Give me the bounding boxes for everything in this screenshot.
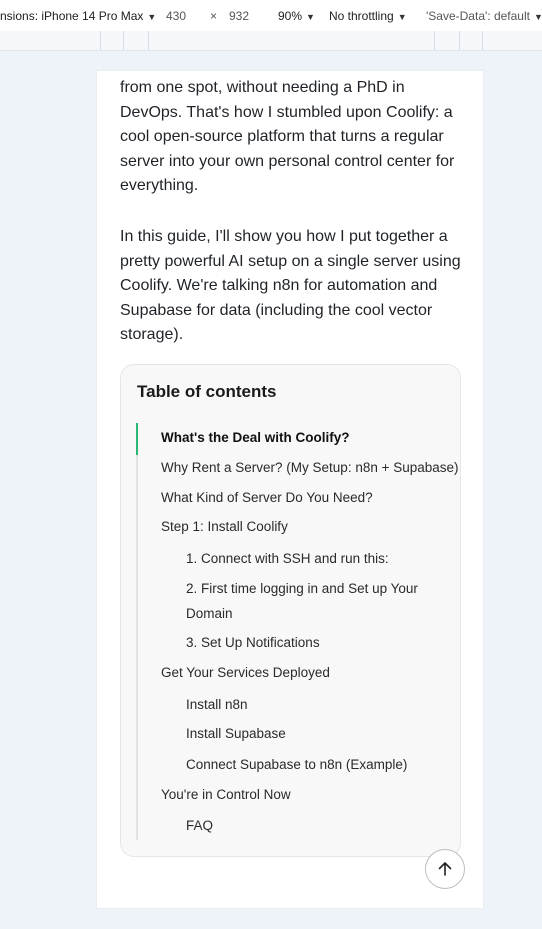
- caret-down-icon: ▼: [533, 12, 542, 22]
- toc-item[interactable]: Step 1: Install Coolify: [161, 514, 288, 539]
- toc-active-indicator: [136, 423, 138, 455]
- device-select-label: nsions: iPhone 14 Pro Max: [0, 9, 144, 23]
- toc-item[interactable]: FAQ: [186, 813, 213, 838]
- toc-progress-line: [136, 423, 138, 840]
- toc-item[interactable]: You're in Control Now: [161, 782, 291, 807]
- toc-item[interactable]: 2. First time logging in and Set up Your: [186, 576, 418, 601]
- article-paragraph: In this guide, I'll show you how I put t…: [120, 228, 461, 343]
- toc-item[interactable]: Get Your Services Deployed: [161, 660, 330, 685]
- toc-item[interactable]: What Kind of Server Do You Need?: [161, 485, 373, 510]
- zoom-select[interactable]: 90% ▼: [278, 9, 315, 23]
- media-query-ruler: [0, 31, 542, 51]
- width-input[interactable]: 430: [166, 9, 186, 23]
- back-to-top-button[interactable]: [425, 849, 465, 889]
- ruler-tick: [434, 31, 435, 50]
- toc-item[interactable]: 1. Connect with SSH and run this:: [186, 546, 389, 571]
- toc-item[interactable]: Why Rent a Server? (My Setup: n8n + Supa…: [161, 455, 459, 480]
- toc-item[interactable]: Connect Supabase to n8n (Example): [186, 752, 407, 777]
- article-card: from one spot, without needing a PhD in …: [96, 70, 484, 909]
- ruler-tick: [482, 31, 483, 50]
- ruler-tick: [148, 31, 149, 50]
- toc-item[interactable]: 3. Set Up Notifications: [186, 630, 320, 655]
- height-input[interactable]: 932: [229, 9, 249, 23]
- save-data-select[interactable]: 'Save-Data': default ▼: [426, 9, 542, 23]
- toc-item[interactable]: What's the Deal with Coolify?: [161, 425, 349, 450]
- dimension-separator: ×: [210, 9, 218, 23]
- caret-down-icon: ▼: [397, 12, 407, 22]
- toc-item[interactable]: Domain: [186, 601, 233, 626]
- save-data-label: 'Save-Data': default: [426, 9, 530, 23]
- arrow-up-icon: [438, 862, 452, 876]
- ruler-tick: [100, 31, 101, 50]
- ruler-tick: [123, 31, 124, 50]
- article-paragraph: from one spot, without needing a PhD in …: [120, 79, 455, 194]
- caret-down-icon: ▼: [306, 12, 315, 22]
- device-select[interactable]: nsions: iPhone 14 Pro Max ▼: [0, 9, 156, 23]
- throttling-select[interactable]: No throttling ▼: [329, 9, 407, 23]
- devtools-device-toolbar: nsions: iPhone 14 Pro Max ▼ 430 × 932 90%…: [0, 0, 542, 32]
- ruler-tick: [459, 31, 460, 50]
- caret-down-icon: ▼: [147, 12, 157, 22]
- toc-item[interactable]: Install n8n: [186, 692, 248, 717]
- zoom-select-label: 90%: [278, 9, 303, 23]
- throttling-select-label: No throttling: [329, 9, 394, 23]
- toc-title: Table of contents: [137, 382, 277, 401]
- toc-item[interactable]: Install Supabase: [186, 721, 286, 746]
- table-of-contents: Table of contents What's the Deal with C…: [120, 364, 461, 857]
